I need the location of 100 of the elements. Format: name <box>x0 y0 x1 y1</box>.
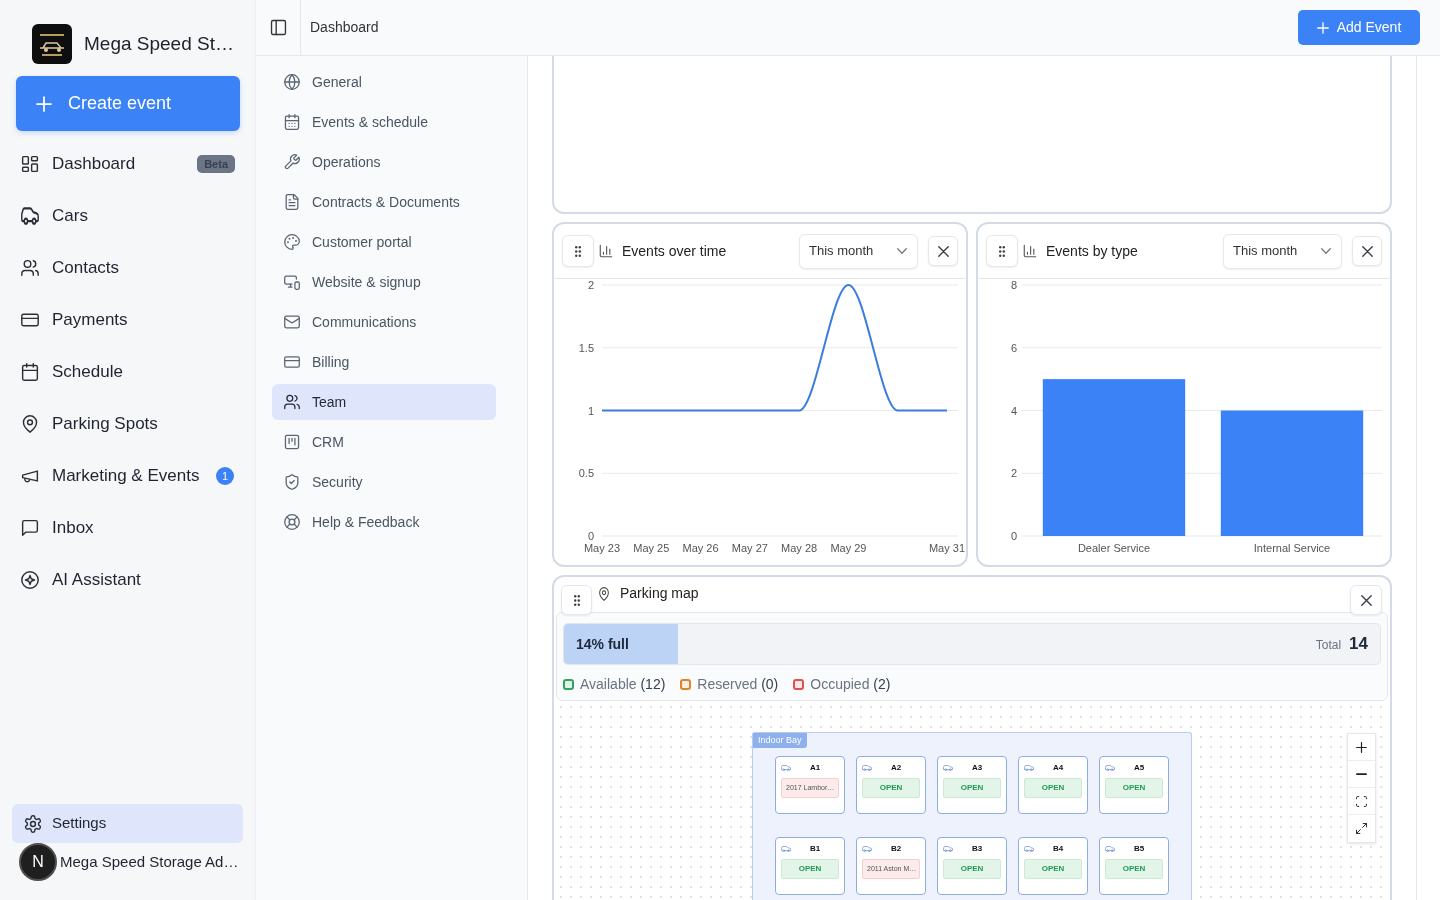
axis-label: May 31 <box>928 542 966 554</box>
expand-icon <box>1356 823 1367 834</box>
settings-menu-item[interactable]: Security <box>272 464 496 500</box>
nav-item[interactable]: Contacts <box>16 242 239 294</box>
spot-label: B1 <box>808 844 822 854</box>
bar-chart-icon <box>1023 244 1037 258</box>
settings-menu-item[interactable]: Communications <box>272 304 496 340</box>
close-button[interactable] <box>1352 236 1382 266</box>
spot-label: A4 <box>1051 763 1065 773</box>
spot-label: A1 <box>808 763 822 773</box>
car-icon <box>1105 846 1115 852</box>
widget-title: Parking map <box>620 584 699 603</box>
settings-menu-item[interactable]: CRM <box>272 424 496 460</box>
axis-label: 8 <box>1010 279 1017 291</box>
mail-icon <box>284 314 300 330</box>
chevron-down-icon <box>1321 248 1331 254</box>
brand-name: Mega Speed St… <box>84 31 234 56</box>
nav-item[interactable]: Parking Spots <box>16 398 239 450</box>
settings-menu-item[interactable]: Help & Feedback <box>272 504 496 540</box>
shield-check-icon <box>284 474 300 490</box>
spot-status-tag: OPEN <box>1105 778 1163 798</box>
drag-handle-button[interactable] <box>986 235 1018 267</box>
spot-label: A3 <box>970 763 984 773</box>
credit-card-icon <box>284 354 300 370</box>
spot-status-tag: OPEN <box>862 778 920 798</box>
axis-label: May 29 <box>830 542 867 554</box>
create-event-button[interactable]: Create event <box>16 76 240 131</box>
car-icon <box>1105 765 1115 771</box>
close-button[interactable] <box>928 236 958 266</box>
avatar: N <box>19 843 57 881</box>
map-pin-icon <box>21 415 39 433</box>
settings-menu-item[interactable]: Website & signup <box>272 264 496 300</box>
nav-item[interactable]: Marketing & Events 1 <box>16 450 239 502</box>
nav-item[interactable]: Cars <box>16 190 239 242</box>
spot-label: B5 <box>1132 844 1146 854</box>
parking-spot[interactable]: A2 OPEN <box>856 756 926 814</box>
axis-label: 1 <box>587 404 594 417</box>
nav-item[interactable]: AI Assistant <box>16 554 239 606</box>
settings-menu-item[interactable]: Team <box>272 384 496 420</box>
settings-menu-item[interactable]: Customer portal <box>272 224 496 260</box>
nav-item[interactable]: Settings <box>12 804 243 843</box>
spot-label: B4 <box>1051 844 1065 854</box>
grip-icon <box>999 245 1005 257</box>
credit-card-icon <box>21 311 39 329</box>
zoom-out-button[interactable] <box>1348 761 1375 788</box>
close-icon <box>1360 594 1372 606</box>
period-select[interactable]: This month <box>799 233 918 269</box>
parking-spot[interactable]: A4 OPEN <box>1018 756 1088 814</box>
sidebar-panel-icon <box>269 19 287 36</box>
settings-menu-item[interactable]: Events & schedule <box>272 104 496 140</box>
nav-item[interactable]: Payments <box>16 294 239 346</box>
grid-icon <box>21 155 39 173</box>
close-icon <box>937 245 949 257</box>
settings-menu-item[interactable]: Operations <box>272 144 496 180</box>
parking-spot[interactable]: B4 OPEN <box>1018 837 1088 895</box>
drag-handle-button[interactable] <box>562 235 594 267</box>
parking-spot[interactable]: B3 OPEN <box>937 837 1007 895</box>
spot-label: B3 <box>970 844 984 854</box>
breadcrumb: Dashboard <box>310 18 379 37</box>
axis-label: 1.5 <box>578 341 594 354</box>
drag-handle-button[interactable] <box>561 585 592 615</box>
settings-icon <box>24 814 42 833</box>
lifebuoy-icon <box>284 514 300 530</box>
parking-spot[interactable]: A3 OPEN <box>937 756 1007 814</box>
settings-menu-item[interactable]: General <box>272 64 496 100</box>
map-pin-icon <box>598 587 610 601</box>
car-icon <box>943 846 953 852</box>
legend-label: Available (12) <box>580 674 666 694</box>
nav-item[interactable]: Schedule <box>16 346 239 398</box>
parking-spot[interactable]: B1 OPEN <box>775 837 845 895</box>
count-badge: 1 <box>216 467 234 485</box>
axis-label: 6 <box>1010 341 1017 354</box>
widget-title: Events over time <box>622 241 727 261</box>
occupancy-label: 14% full <box>576 634 629 654</box>
parking-spot[interactable]: A5 OPEN <box>1099 756 1169 814</box>
axis-label: May 25 <box>633 542 670 554</box>
parking-spot[interactable]: B5 OPEN <box>1099 837 1169 895</box>
account-name: Mega Speed Storage Ad… <box>60 851 239 872</box>
fullscreen-button[interactable] <box>1348 815 1375 842</box>
close-button[interactable] <box>1350 585 1382 615</box>
calendar-icon <box>21 363 39 381</box>
plus-icon <box>36 95 52 112</box>
car-icon <box>781 765 791 771</box>
bar-chart-icon <box>599 244 613 258</box>
car-icon <box>862 765 872 771</box>
devices-icon <box>284 274 300 290</box>
chat-bubble-icon <box>21 519 39 537</box>
plus-icon <box>1316 21 1329 34</box>
nav-item[interactable]: Inbox <box>16 502 239 554</box>
settings-menu-item[interactable]: Contracts & Documents <box>272 184 496 220</box>
period-select[interactable]: This month <box>1223 233 1342 269</box>
fit-view-button[interactable] <box>1348 788 1375 815</box>
zoom-in-button[interactable] <box>1348 734 1375 761</box>
car-icon <box>1024 846 1034 852</box>
grip-icon <box>573 594 580 606</box>
spot-status-tag: OPEN <box>1024 859 1082 879</box>
spot-label: A2 <box>889 763 903 773</box>
axis-label: 0 <box>1010 530 1017 542</box>
settings-menu-item[interactable]: Billing <box>272 344 496 380</box>
add-event-button[interactable]: Add Event <box>1298 10 1420 45</box>
